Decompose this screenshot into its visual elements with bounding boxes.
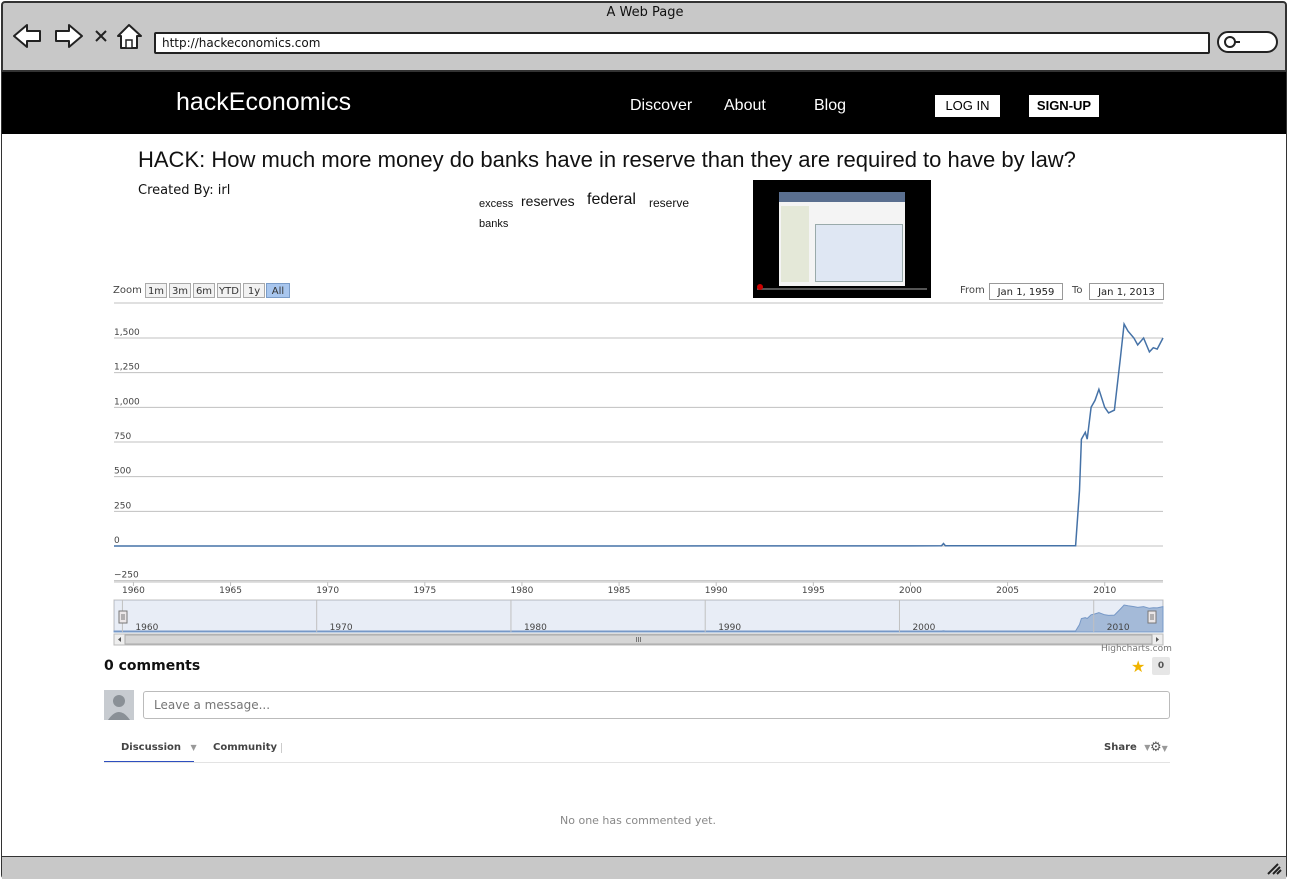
navigator-selection bbox=[114, 600, 1163, 632]
status-bar bbox=[2, 857, 1286, 879]
navigator-tick-label: 2010 bbox=[1107, 623, 1130, 633]
reserves-line-chart: −250 0 250 500 750 1,000 1,250 1,500 1960 1965 197… bbox=[113, 302, 1164, 646]
x-tick-label: 1995 bbox=[802, 586, 825, 596]
y-tick-label: 250 bbox=[114, 501, 131, 511]
empty-comments-message: No one has commented yet. bbox=[560, 814, 716, 827]
tab-discussion[interactable]: Discussion ▼ bbox=[121, 742, 197, 753]
chart-credit[interactable]: Highcharts.com bbox=[1101, 644, 1172, 654]
share-label: Share bbox=[1104, 742, 1137, 753]
x-tick-label: 2000 bbox=[899, 586, 922, 596]
star-icon[interactable]: ★ bbox=[1131, 657, 1145, 676]
navigator-tick-label: 1990 bbox=[718, 623, 741, 633]
navigator-tick-label: 1960 bbox=[135, 623, 158, 633]
tab-discussion-label: Discussion bbox=[121, 742, 182, 753]
navigator-handle bbox=[118, 610, 128, 624]
navigator-tick-label: 2000 bbox=[912, 623, 935, 633]
tab-community[interactable]: Community bbox=[213, 742, 277, 753]
x-tick-label: 1980 bbox=[510, 586, 533, 596]
tab-divider bbox=[281, 743, 282, 753]
x-tick-label: 1960 bbox=[122, 586, 145, 596]
recommend-count: 0 bbox=[1152, 657, 1170, 675]
chevron-down-icon: ▼ bbox=[1161, 744, 1168, 753]
x-tick-label: 1970 bbox=[316, 586, 339, 596]
resize-grip-icon[interactable] bbox=[1266, 862, 1282, 876]
y-tick-label: −250 bbox=[114, 571, 139, 581]
y-tick-label: 0 bbox=[114, 536, 120, 546]
series-line bbox=[114, 321, 1164, 547]
navigator-tick-label: 1970 bbox=[330, 623, 353, 633]
y-tick-label: 1,500 bbox=[114, 328, 140, 338]
navigator-handle bbox=[1147, 610, 1157, 624]
gear-icon: ⚙ bbox=[1150, 740, 1162, 755]
avatar bbox=[104, 690, 134, 720]
chevron-down-icon: ▼ bbox=[190, 743, 197, 752]
y-tick-label: 1,000 bbox=[114, 397, 140, 407]
y-tick-label: 500 bbox=[114, 467, 131, 477]
share-menu[interactable]: Share ▼ bbox=[1104, 742, 1150, 753]
tabs-divider bbox=[104, 762, 1170, 763]
x-tick-label: 1985 bbox=[608, 586, 631, 596]
y-tick-label: 750 bbox=[114, 432, 131, 442]
comment-input[interactable] bbox=[143, 691, 1170, 719]
comment-count: 0 comments bbox=[104, 658, 201, 674]
navigator-tick-label: 1980 bbox=[524, 623, 547, 633]
y-tick-label: 1,250 bbox=[114, 363, 140, 373]
x-tick-label: 1990 bbox=[705, 586, 728, 596]
x-tick-label: 1965 bbox=[219, 586, 242, 596]
x-tick-label: 2005 bbox=[996, 586, 1019, 596]
x-tick-label: 2010 bbox=[1093, 586, 1116, 596]
x-tick-label: 1975 bbox=[413, 586, 436, 596]
settings-menu[interactable]: ⚙▼ bbox=[1150, 740, 1168, 755]
